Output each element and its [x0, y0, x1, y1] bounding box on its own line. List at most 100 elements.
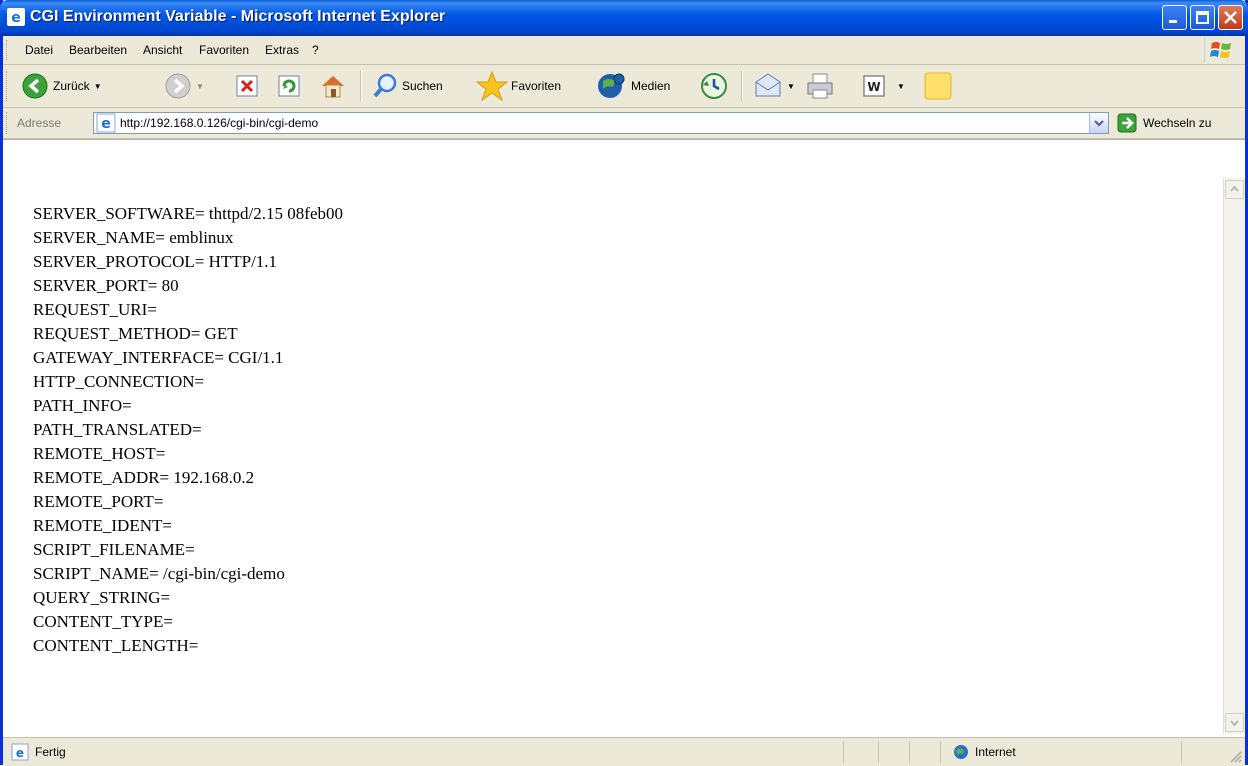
- ie-icon: e: [7, 8, 25, 26]
- back-button[interactable]: Zurück ▼: [21, 69, 102, 103]
- windows-logo-icon: [1204, 38, 1237, 62]
- address-bar: Adresse e Wechseln zu: [3, 108, 1245, 139]
- env-line: PATH_TRANSLATED=: [33, 420, 202, 439]
- svg-text:e: e: [101, 116, 111, 132]
- back-label: Zurück: [53, 79, 90, 93]
- forward-button[interactable]: ▼: [164, 69, 204, 103]
- menu-bearbeiten[interactable]: Bearbeiten: [69, 43, 127, 57]
- refresh-button[interactable]: [277, 69, 301, 103]
- search-label: Suchen: [402, 79, 443, 93]
- resize-grip-cell[interactable]: [1181, 741, 1244, 763]
- menu-help[interactable]: ?: [312, 43, 319, 57]
- stop-icon: [236, 75, 258, 97]
- refresh-icon: [278, 75, 300, 97]
- media-label: Medien: [631, 79, 671, 93]
- zone-cell: Internet: [940, 741, 1181, 763]
- go-button[interactable]: Wechseln zu: [1117, 112, 1211, 134]
- env-line: CONTENT_TYPE=: [33, 612, 173, 631]
- page-icon: e: [96, 113, 116, 133]
- browser-window: e CGI Environment Variable - Microsoft I…: [0, 0, 1248, 766]
- minimize-icon: [1169, 20, 1177, 23]
- edit-dropdown-icon[interactable]: ▼: [897, 82, 905, 91]
- env-line: SERVER_SOFTWARE= thttpd/2.15 08feb00: [33, 204, 343, 223]
- menu-grip[interactable]: [6, 40, 10, 60]
- home-button[interactable]: [319, 69, 347, 103]
- scroll-up-button[interactable]: [1225, 180, 1244, 199]
- page-viewport: SERVER_SOFTWARE= thttpd/2.15 08feb00 SER…: [3, 139, 1245, 737]
- env-line: REMOTE_IDENT=: [33, 516, 172, 535]
- env-line: REMOTE_PORT=: [33, 492, 164, 511]
- env-line: SERVER_NAME= emblinux: [33, 228, 234, 247]
- minimize-button[interactable]: [1162, 5, 1187, 30]
- maximize-button[interactable]: [1190, 5, 1215, 30]
- svg-text:e: e: [16, 746, 24, 760]
- menu-datei[interactable]: Datei: [25, 43, 53, 57]
- address-field[interactable]: e: [93, 112, 1109, 134]
- status-text: Fertig: [35, 745, 66, 759]
- page-status-icon: e: [11, 743, 29, 761]
- env-line: HTTP_CONNECTION=: [33, 372, 205, 391]
- menu-bar: Datei Bearbeiten Ansicht Favoriten Extra…: [3, 36, 1245, 65]
- favorites-star-icon: [475, 70, 509, 102]
- menu-favoriten[interactable]: Favoriten: [199, 43, 249, 57]
- window-title: CGI Environment Variable - Microsoft Int…: [30, 8, 446, 25]
- address-grip[interactable]: [6, 112, 10, 134]
- forward-dropdown-icon[interactable]: ▼: [196, 82, 204, 91]
- standard-toolbar: Zurück ▼ ▼ Suchen Favoriten Medien ▼ W ▼: [3, 65, 1245, 108]
- status-cell: [878, 741, 909, 763]
- scroll-down-button[interactable]: [1225, 713, 1244, 732]
- back-dropdown-icon[interactable]: ▼: [94, 82, 102, 91]
- svg-text:W: W: [867, 80, 880, 94]
- mail-dropdown-icon[interactable]: ▼: [787, 82, 795, 91]
- history-icon: [701, 73, 727, 99]
- stop-button[interactable]: [235, 69, 259, 103]
- go-arrow-icon: [1117, 113, 1137, 133]
- address-label: Adresse: [17, 116, 62, 130]
- zone-label: Internet: [975, 745, 1016, 759]
- globe-icon: [954, 745, 968, 759]
- address-input[interactable]: [120, 115, 1080, 131]
- env-list: SERVER_SOFTWARE= thttpd/2.15 08feb00 SER…: [33, 202, 343, 658]
- media-icon: [598, 73, 625, 98]
- env-line: CONTENT_LENGTH=: [33, 636, 199, 655]
- env-line: REQUEST_URI=: [33, 300, 157, 319]
- search-icon: [373, 73, 397, 98]
- mail-button[interactable]: ▼: [753, 69, 795, 103]
- note-icon: [924, 72, 952, 100]
- favorites-button[interactable]: Favoriten: [475, 69, 561, 103]
- favorites-label: Favoriten: [511, 79, 562, 93]
- word-edit-icon: W: [863, 75, 885, 97]
- messenger-button[interactable]: [923, 69, 953, 103]
- print-button[interactable]: [805, 69, 835, 103]
- resize-grip-icon[interactable]: [1228, 749, 1242, 763]
- search-button[interactable]: Suchen: [372, 69, 443, 103]
- print-icon: [807, 73, 833, 99]
- env-line: SCRIPT_NAME= /cgi-bin/cgi-demo: [33, 564, 285, 583]
- title-bar[interactable]: e CGI Environment Variable - Microsoft I…: [0, 0, 1248, 36]
- status-cell: [909, 741, 940, 763]
- maximize-icon: [1196, 11, 1209, 24]
- menu-ansicht[interactable]: Ansicht: [143, 43, 182, 57]
- menu-extras[interactable]: Extras: [265, 43, 299, 57]
- vertical-scrollbar[interactable]: [1223, 178, 1245, 734]
- svg-text:e: e: [11, 10, 21, 26]
- close-button[interactable]: [1218, 5, 1243, 30]
- env-line: REMOTE_HOST=: [33, 444, 166, 463]
- history-button[interactable]: [699, 69, 729, 103]
- env-line: REMOTE_ADDR= 192.168.0.2: [33, 468, 255, 487]
- go-label: Wechseln zu: [1143, 116, 1212, 130]
- mail-icon: [755, 73, 781, 97]
- toolbar-separator-2: [741, 71, 743, 101]
- toolbar-separator: [360, 71, 362, 101]
- env-line: SCRIPT_FILENAME=: [33, 540, 195, 559]
- close-icon: [1224, 11, 1237, 24]
- address-dropdown-button[interactable]: [1089, 113, 1108, 133]
- back-arrow-icon: [22, 73, 48, 99]
- toolbar-grip[interactable]: [6, 71, 10, 101]
- status-bar: e Fertig Internet: [3, 737, 1245, 766]
- media-button[interactable]: Medien: [595, 69, 670, 103]
- env-line: QUERY_STRING=: [33, 588, 171, 607]
- status-cell: [843, 741, 878, 763]
- forward-arrow-icon: [165, 73, 191, 99]
- edit-button[interactable]: W ▼: [863, 69, 905, 103]
